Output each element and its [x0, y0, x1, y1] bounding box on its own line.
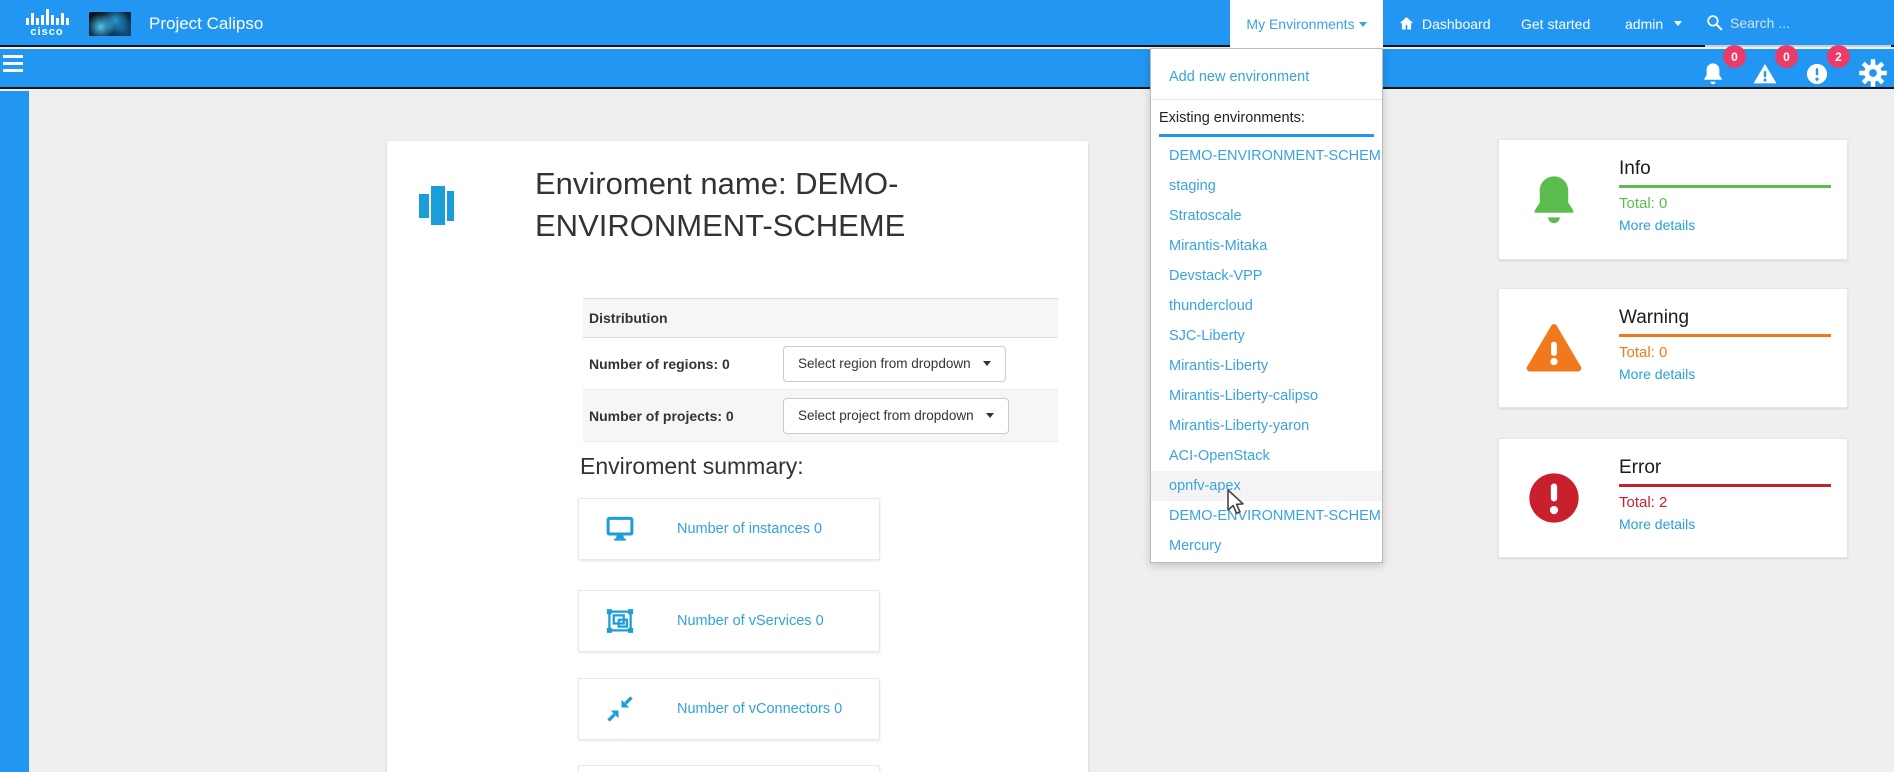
environment-icon [419, 185, 459, 227]
distribution-table: Distribution Number of regions: 0 Select… [583, 298, 1058, 442]
my-environments-label: My Environments [1246, 16, 1354, 32]
environment-item[interactable]: Mercury [1151, 531, 1382, 561]
warning-triangle-icon [1752, 61, 1778, 87]
environment-card: Enviroment name: DEMO-ENVIRONMENT-SCHEME… [387, 141, 1088, 772]
add-new-environment-link[interactable]: Add new environment [1151, 49, 1382, 85]
projects-count-label: Number of projects: 0 [583, 408, 783, 424]
environment-item[interactable]: Mirantis-Liberty-calipso [1151, 381, 1382, 411]
environment-item[interactable]: DEMO-ENVIRONMENT-SCHEME [1151, 141, 1382, 171]
instances-summary-card[interactable]: Number of instances 0 [578, 498, 880, 560]
select-region-label: Select region from dropdown [798, 356, 971, 371]
status-title: Info [1619, 158, 1831, 188]
error-circle-icon [1525, 469, 1583, 527]
warnings-indicator[interactable]: 0 [1752, 53, 1798, 87]
environment-item[interactable]: Mirantis-Liberty-yaron [1151, 411, 1382, 441]
instances-count-link: Number of instances 0 [677, 521, 822, 537]
environment-item[interactable]: ACI-OpenStack [1151, 441, 1382, 471]
home-icon [1398, 15, 1415, 32]
status-total: Total: 0 [1619, 195, 1831, 212]
search-box [1705, 0, 1891, 47]
environment-item[interactable]: Devstack-VPP [1151, 261, 1382, 291]
nav-dashboard-link[interactable]: Dashboard [1398, 0, 1491, 47]
dashboard-label: Dashboard [1422, 16, 1491, 32]
warning-count-badge: 0 [1775, 45, 1798, 68]
search-icon [1705, 13, 1724, 32]
instances-monitor-icon [603, 514, 637, 544]
vservices-summary-card[interactable]: Number of vServices 0 [578, 590, 880, 652]
more-details-link[interactable]: More details [1619, 516, 1695, 532]
status-title: Error [1619, 457, 1831, 487]
environment-item[interactable]: thundercloud [1151, 291, 1382, 321]
chevron-down-icon [986, 413, 994, 418]
search-input[interactable] [1730, 15, 1880, 31]
gear-icon[interactable] [1858, 58, 1888, 88]
chevron-down-icon [1674, 21, 1682, 26]
environment-item-hovered[interactable]: opnfv-apex [1151, 471, 1382, 501]
cisco-bars-icon [26, 9, 69, 25]
get-started-label: Get started [1521, 16, 1590, 32]
chevron-down-icon [1359, 22, 1367, 27]
cisco-wordmark: cisco [30, 26, 63, 38]
environment-item[interactable]: Mirantis-Liberty [1151, 351, 1382, 381]
more-details-link[interactable]: More details [1619, 217, 1695, 233]
exclamation-circle-icon [1804, 61, 1830, 87]
more-details-link[interactable]: More details [1619, 366, 1695, 382]
environment-item[interactable]: Stratoscale [1151, 201, 1382, 231]
notification-count-badge: 0 [1723, 45, 1746, 68]
status-title: Warning [1619, 307, 1831, 337]
hamburger-menu-icon[interactable] [3, 55, 25, 76]
environment-item[interactable]: SJC-Liberty [1151, 321, 1382, 351]
summary-card-partial [578, 765, 880, 772]
environment-item[interactable]: staging [1151, 171, 1382, 201]
cisco-logo: cisco [23, 9, 71, 38]
vservices-object-group-icon [603, 606, 637, 636]
regions-count-label: Number of regions: 0 [583, 356, 783, 372]
bell-icon [1700, 61, 1726, 87]
status-total: Total: 2 [1619, 494, 1831, 511]
secondary-bar: 0 0 2 [0, 49, 1894, 89]
environment-item[interactable]: Mirantis-Mitaka [1151, 231, 1382, 261]
collapsed-sidebar-strip [0, 91, 29, 772]
summary-heading: Enviroment summary: [580, 453, 804, 480]
select-region-dropdown-button[interactable]: Select region from dropdown [783, 346, 1006, 382]
app-screen: cisco Project Calipso My Environments Da… [0, 0, 1894, 772]
environments-dropdown-panel: Add new environment Existing environment… [1150, 48, 1383, 563]
vconnectors-summary-card[interactable]: Number of vConnectors 0 [578, 678, 880, 740]
notifications-bell[interactable]: 0 [1700, 53, 1746, 87]
notification-icons: 0 0 2 [1694, 51, 1888, 89]
bell-icon [1525, 171, 1583, 229]
my-environments-menu-button[interactable]: My Environments [1230, 0, 1383, 48]
app-title: Project Calipso [149, 14, 263, 34]
dropdown-divider [1151, 99, 1382, 100]
chevron-down-icon [983, 361, 991, 366]
user-label: admin [1625, 16, 1663, 32]
dropdown-underline [1159, 134, 1374, 137]
error-status-card: Error Total: 2 More details [1498, 438, 1848, 558]
existing-environments-label: Existing environments: [1151, 110, 1382, 126]
brand-group: cisco Project Calipso [23, 0, 263, 47]
vconnectors-count-link: Number of vConnectors 0 [677, 701, 842, 717]
nav-get-started-link[interactable]: Get started [1521, 0, 1590, 47]
page-title: Enviroment name: DEMO-ENVIRONMENT-SCHEME [535, 163, 1007, 247]
vconnectors-compress-icon [603, 694, 637, 724]
warning-triangle-icon [1525, 319, 1583, 377]
error-count-badge: 2 [1827, 45, 1850, 68]
distribution-header: Distribution [583, 299, 1058, 338]
info-status-card: Info Total: 0 More details [1498, 139, 1848, 260]
table-row: Number of projects: 0 Select project fro… [583, 390, 1058, 442]
select-project-dropdown-button[interactable]: Select project from dropdown [783, 398, 1009, 434]
warning-status-card: Warning Total: 0 More details [1498, 288, 1848, 408]
table-row: Number of regions: 0 Select region from … [583, 338, 1058, 390]
status-total: Total: 0 [1619, 344, 1831, 361]
errors-indicator[interactable]: 2 [1804, 53, 1850, 87]
select-project-label: Select project from dropdown [798, 408, 974, 423]
brand-thumbnail-image [89, 12, 131, 36]
nav-user-menu[interactable]: admin [1625, 0, 1682, 47]
vservices-count-link: Number of vServices 0 [677, 613, 824, 629]
top-navbar: cisco Project Calipso My Environments Da… [0, 0, 1894, 47]
environment-item[interactable]: DEMO-ENVIRONMENT-SCHEME [1151, 501, 1382, 531]
